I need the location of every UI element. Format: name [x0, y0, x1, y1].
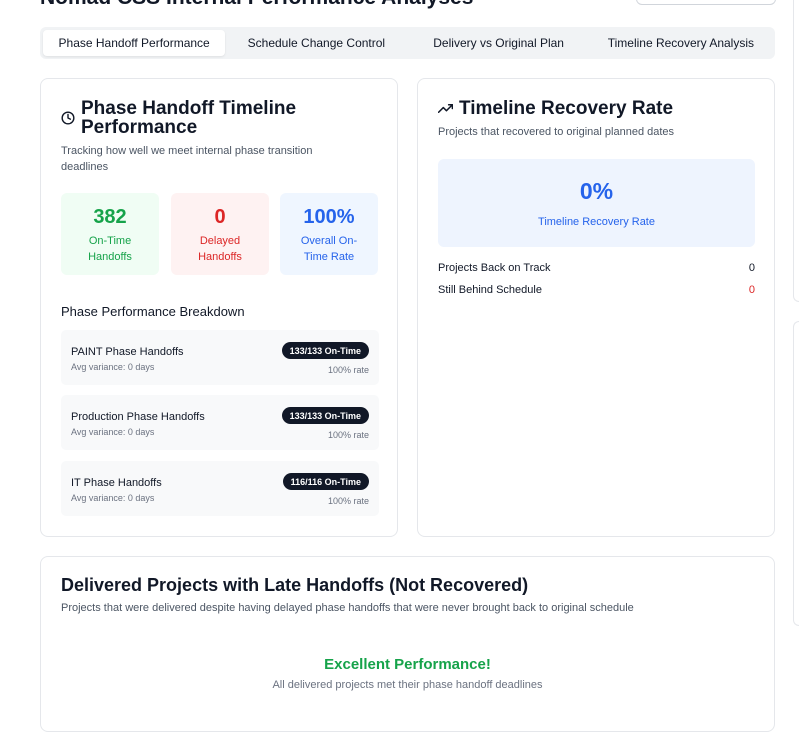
- recovery-rate-box: 0% Timeline Recovery Rate: [438, 159, 755, 247]
- stat-value: 100%: [303, 206, 355, 228]
- tab-delivery-vs-original-plan[interactable]: Delivery vs Original Plan: [408, 30, 590, 56]
- row-value: 0: [748, 262, 755, 274]
- on-time-badge: 133/133 On-Time: [281, 407, 369, 424]
- phase-rate: 100% rate: [327, 496, 369, 506]
- side-card-edge: [793, 321, 799, 626]
- tab-bar: Phase Handoff Performance Schedule Chang…: [40, 27, 775, 59]
- stat-overall-rate: 100% Overall On- Time Rate: [280, 193, 378, 275]
- stat-label: Overall On- Time Rate: [300, 235, 358, 263]
- recovery-rate-label: Timeline Recovery Rate: [538, 216, 655, 228]
- phase-rate: 100% rate: [327, 430, 369, 440]
- card-title: Phase Handoff Timeline: [81, 98, 297, 119]
- projects-back-on-track-row: Projects Back on Track 0: [438, 262, 755, 274]
- recovery-card: Timeline Recovery Rate Projects that rec…: [417, 78, 775, 537]
- on-time-badge: 116/116 On-Time: [282, 473, 369, 490]
- stat-value: 382: [93, 206, 127, 228]
- card-header: Timeline Recovery Rate: [438, 99, 673, 118]
- breakdown-heading: Phase Performance Breakdown: [61, 304, 245, 319]
- page-title: Nomad CSS Internal Performance Analyses: [40, 0, 473, 10]
- card-subtitle: Projects that recovered to original plan…: [438, 126, 675, 138]
- late-handoffs-card: Delivered Projects with Late Handoffs (N…: [40, 556, 775, 732]
- phase-handoff-card: Phase Handoff Timeline Performance Track…: [40, 78, 398, 537]
- phase-variance: Avg variance: 0 days: [71, 427, 155, 437]
- filter-select[interactable]: [636, 0, 776, 5]
- card-title-line2: Performance: [81, 117, 198, 138]
- phase-name: IT Phase Handoffs: [71, 477, 162, 489]
- tab-timeline-recovery-analysis[interactable]: Timeline Recovery Analysis: [590, 30, 772, 56]
- success-text: All delivered projects met their phase h…: [272, 679, 543, 691]
- still-behind-row: Still Behind Schedule 0: [438, 284, 755, 296]
- card-title: Timeline Recovery Rate: [459, 98, 674, 119]
- stat-on-time: 382 On-Time Handoffs: [61, 193, 159, 275]
- card-subtitle: Tracking how well we meet internal phase…: [61, 145, 313, 173]
- phase-variance: Avg variance: 0 days: [71, 362, 155, 372]
- row-label: Projects Back on Track: [438, 262, 551, 274]
- tab-phase-handoff-performance[interactable]: Phase Handoff Performance: [43, 30, 226, 56]
- phase-row-production: Production Phase Handoffs Avg variance: …: [61, 395, 379, 450]
- stat-label: Delayed Handoffs: [198, 235, 242, 263]
- tab-schedule-change-control[interactable]: Schedule Change Control: [225, 30, 407, 56]
- card-subtitle: Projects that were delivered despite hav…: [61, 602, 634, 614]
- phase-name: Production Phase Handoffs: [71, 411, 205, 423]
- phase-rate: 100% rate: [327, 365, 369, 375]
- card-header: Phase Handoff Timeline Performance: [61, 99, 296, 137]
- on-time-badge: 133/133 On-Time: [281, 342, 369, 359]
- side-card-edge: [793, 0, 799, 302]
- success-title: Excellent Performance!: [324, 656, 491, 673]
- phase-row-it: IT Phase Handoffs Avg variance: 0 days 1…: [61, 461, 379, 516]
- phase-variance: Avg variance: 0 days: [71, 493, 155, 503]
- trending-up-icon: [438, 104, 453, 113]
- stat-delayed: 0 Delayed Handoffs: [171, 193, 269, 275]
- stat-value: 0: [214, 206, 226, 228]
- phase-name: PAINT Phase Handoffs: [71, 346, 184, 358]
- stat-label: On-Time Handoffs: [88, 235, 132, 263]
- card-title: Delivered Projects with Late Handoffs (N…: [61, 575, 529, 595]
- recovery-rate-value: 0%: [579, 178, 614, 204]
- phase-row-paint: PAINT Phase Handoffs Avg variance: 0 day…: [61, 330, 379, 385]
- row-value: 0: [748, 284, 755, 296]
- clock-icon: [61, 111, 75, 125]
- row-label: Still Behind Schedule: [438, 284, 542, 296]
